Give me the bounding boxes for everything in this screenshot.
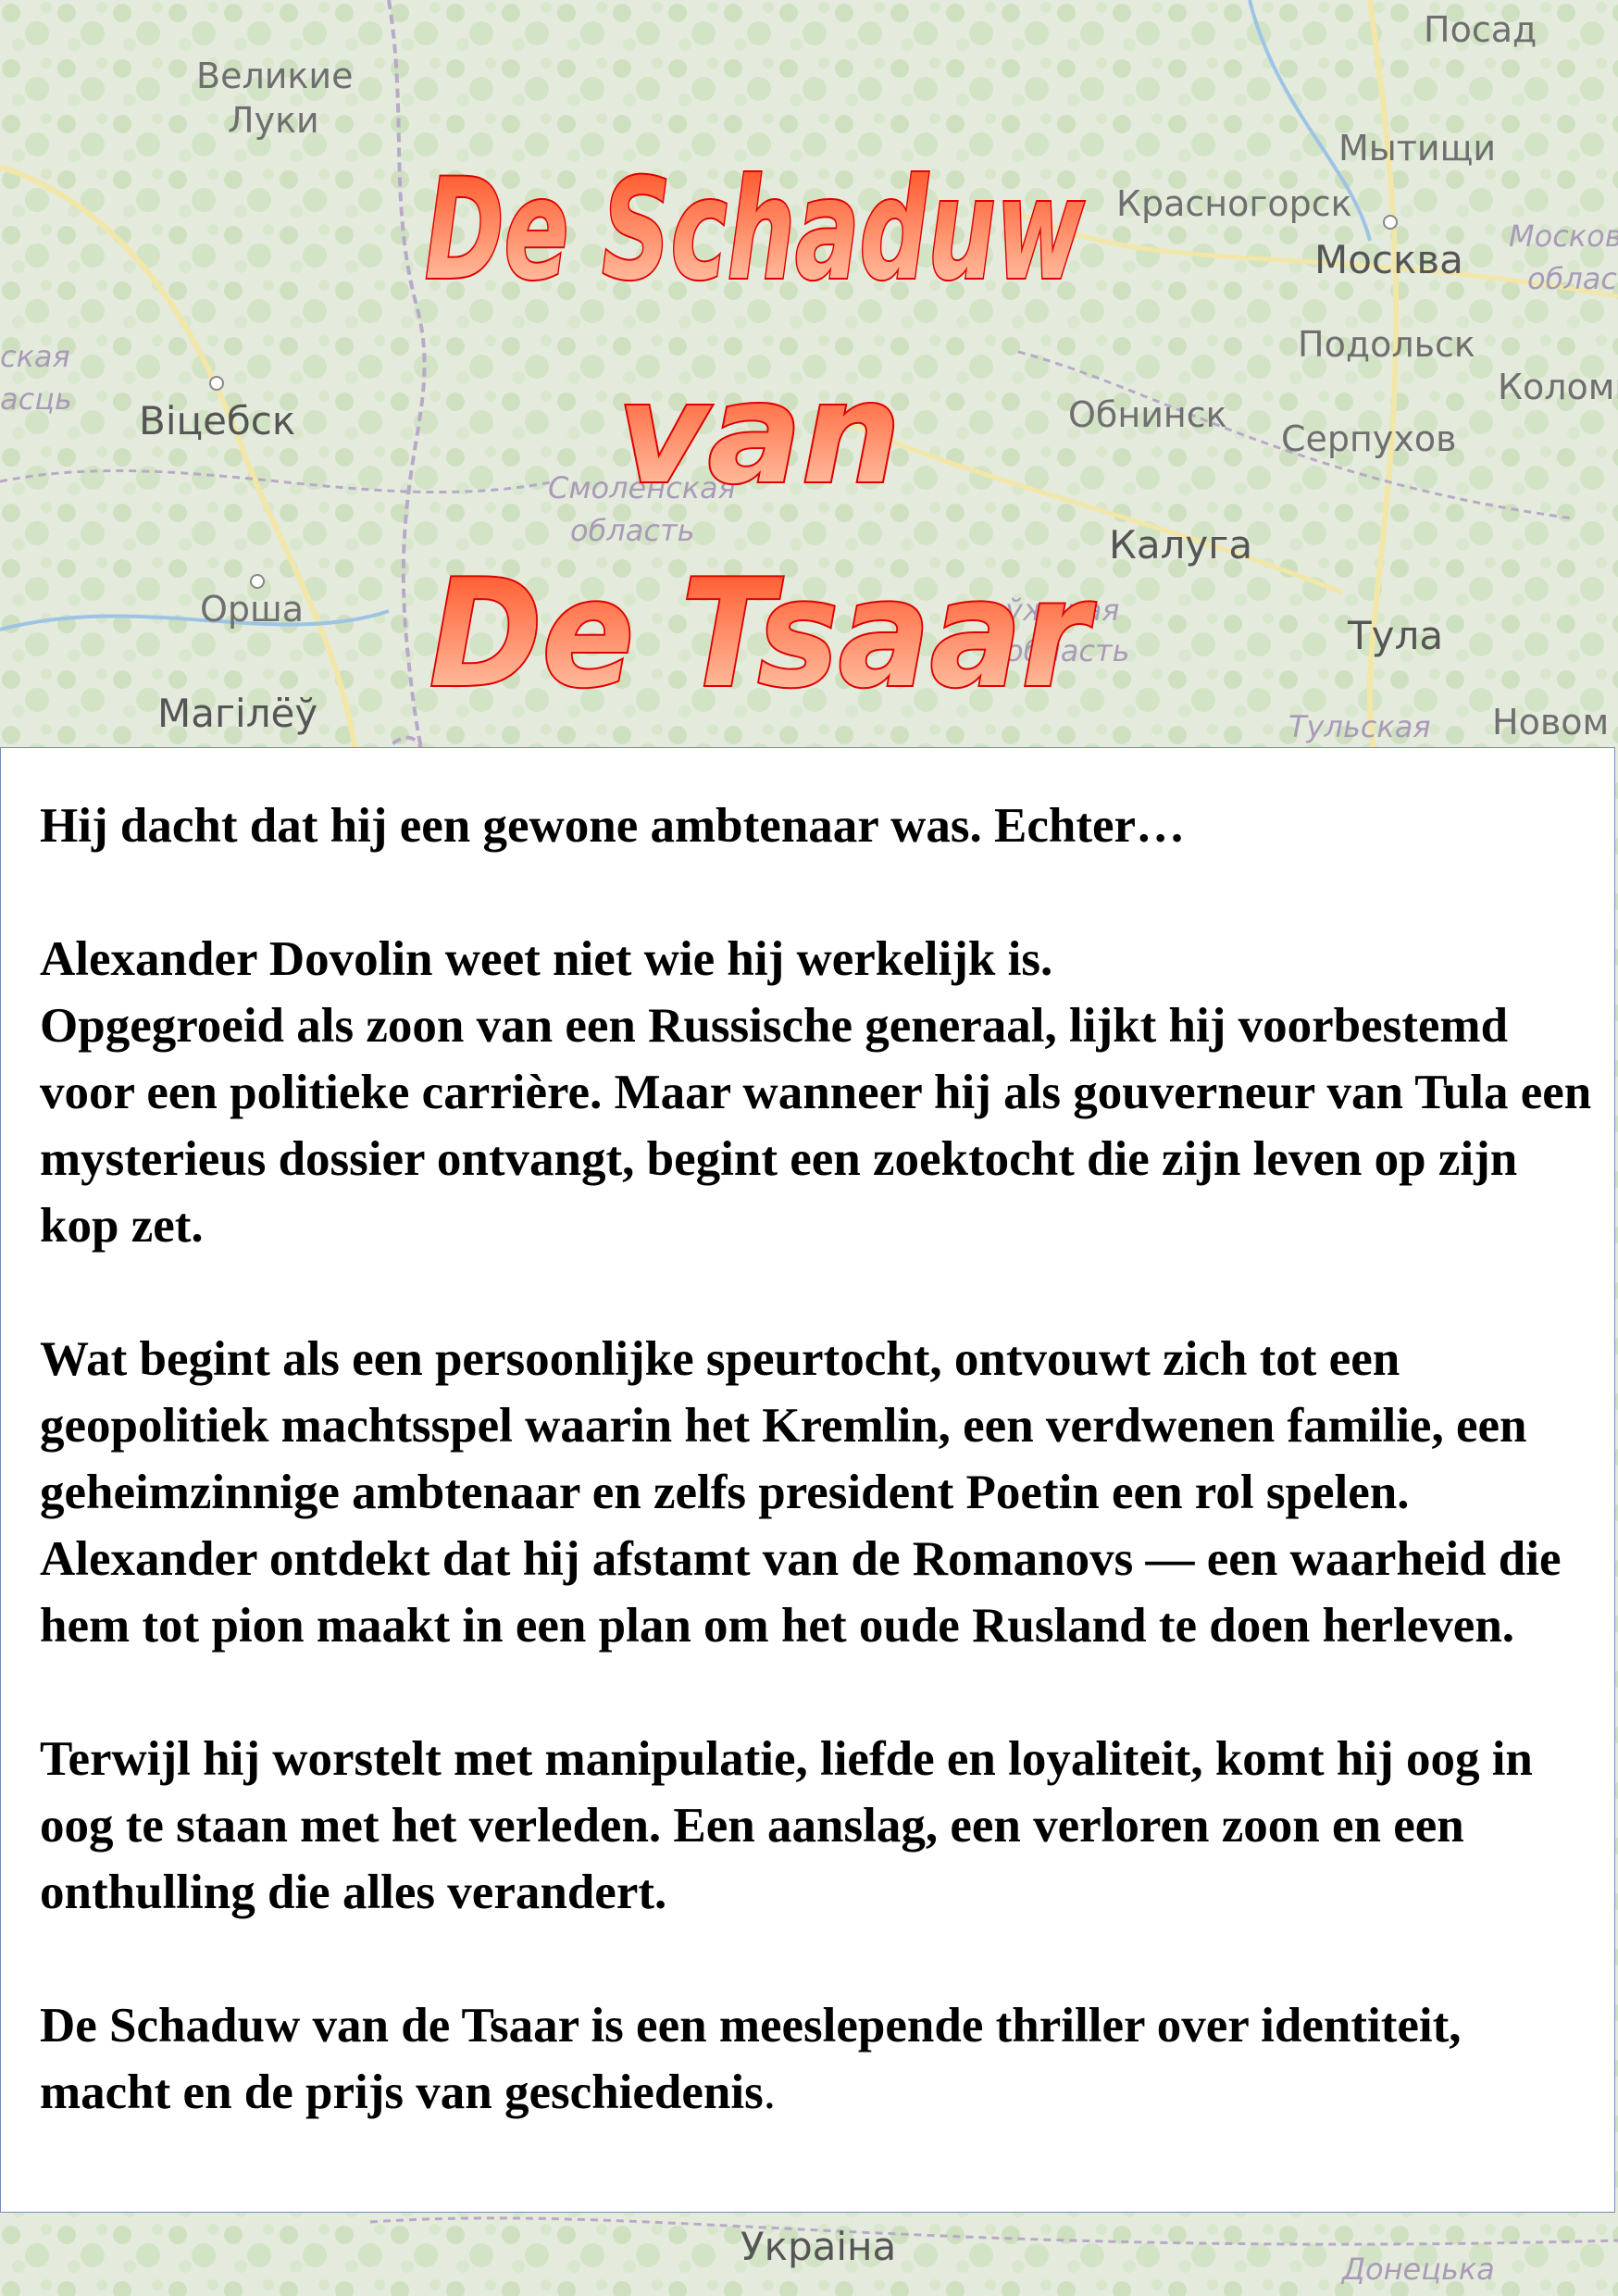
map-label-podolsk: Подольск: [1298, 324, 1475, 365]
map-label-velikie: Великие: [196, 56, 354, 96]
blurb-paragraph-1: Hij dacht dat hij een gewone ambtenaar w…: [40, 799, 1186, 853]
blurb-paragraph-3: Wat begint als een persoonlijke speurtoc…: [40, 1332, 1562, 1653]
blurb-paragraph-4: Terwijl hij worstelt met manipulatie, li…: [40, 1732, 1533, 1919]
blurb-paragraph-2: Alexander Dovolin weet niet wie hij werk…: [40, 932, 1592, 1253]
title-line-3: De Tsaar: [429, 547, 1096, 720]
book-title: De Schaduw van De Tsaar: [278, 111, 1259, 722]
map-label-posad: Посад: [1424, 9, 1537, 50]
map-label-donetsk: Донецька: [1342, 2252, 1495, 2287]
map-label-vitebsk-oblast-2: асць: [0, 381, 72, 417]
blurb-text: Hij dacht dat hij een gewone ambtenaar w…: [40, 792, 1595, 2126]
book-back-cover: Великие Луки Посад Мытищи Красногорск Мо…: [0, 0, 1618, 2296]
map-label-moscow-oblast-1: Москов: [1509, 218, 1618, 254]
map-dot-moscow: [1383, 215, 1398, 230]
map-dot-orsha: [250, 574, 265, 589]
blurb-paragraph-5-period: .: [763, 2065, 776, 2119]
map-label-vitebsk-oblast-1: ская: [0, 339, 70, 374]
blurb-paragraph-5-text: De Schaduw van de Tsaar is een meeslepen…: [40, 1999, 1462, 2119]
map-label-moscow: Москва: [1314, 237, 1463, 282]
map-label-mytishchi: Мытищи: [1338, 128, 1497, 168]
map-label-ukraine: Украіна: [741, 2224, 897, 2269]
map-label-tula: Тула: [1348, 613, 1444, 658]
map-label-tula-oblast: Тульская: [1288, 709, 1431, 744]
map-label-serpukhov: Серпухов: [1281, 418, 1457, 459]
map-label-vitebsk: Віцебск: [139, 398, 296, 443]
map-label-moscow-oblast-2: облас: [1527, 261, 1617, 296]
title-line-1: De Schaduw: [425, 150, 1085, 311]
map-label-kolomna: Коломн: [1498, 367, 1618, 407]
blurb-paragraph-5: De Schaduw van de Tsaar is een meeslepen…: [40, 1992, 1595, 2126]
map-dot-vitebsk: [209, 376, 224, 391]
title-line-2: van: [617, 354, 901, 515]
map-label-novomoskovsk: Новом: [1492, 702, 1610, 742]
blurb-panel: Hij dacht dat hij een gewone ambtenaar w…: [0, 747, 1615, 2213]
